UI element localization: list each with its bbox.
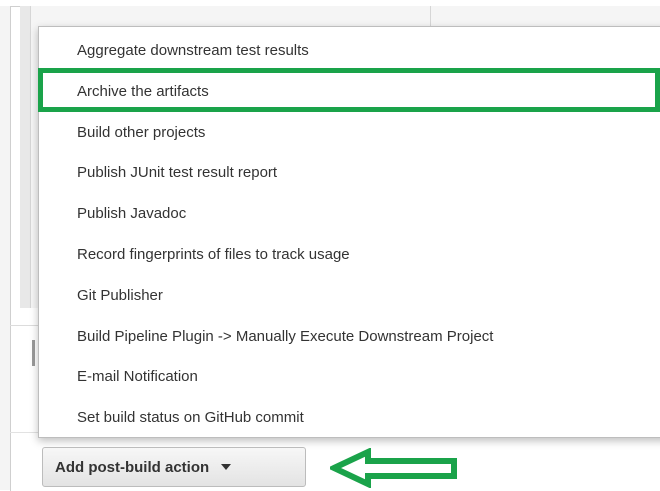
arrow-left-icon <box>330 448 457 488</box>
panel-gutter <box>20 6 31 308</box>
menu-item-build-pipeline-plugin[interactable]: Build Pipeline Plugin -> Manually Execut… <box>39 317 660 358</box>
add-post-build-action-button[interactable]: Add post-build action <box>42 447 306 487</box>
section-marker <box>32 340 35 366</box>
menu-item-publish-junit-report[interactable]: Publish JUnit test result report <box>39 153 660 194</box>
menu-item-git-publisher[interactable]: Git Publisher <box>39 276 660 317</box>
menu-item-build-other-projects[interactable]: Build other projects <box>39 113 660 154</box>
menu-item-record-fingerprints[interactable]: Record fingerprints of files to track us… <box>39 235 660 276</box>
menu-item-publish-javadoc[interactable]: Publish Javadoc <box>39 194 660 235</box>
caret-down-icon <box>221 464 232 470</box>
menu-item-aggregate-downstream-test-results[interactable]: Aggregate downstream test results <box>39 31 660 72</box>
menu-item-archive-the-artifacts[interactable]: Archive the artifacts <box>39 72 660 113</box>
add-post-build-action-label: Add post-build action <box>55 458 210 476</box>
menu-item-set-build-status-github[interactable]: Set build status on GitHub commit <box>39 398 660 439</box>
menu-item-email-notification[interactable]: E-mail Notification <box>39 357 660 398</box>
post-build-action-menu: Aggregate downstream test results Archiv… <box>38 26 660 438</box>
